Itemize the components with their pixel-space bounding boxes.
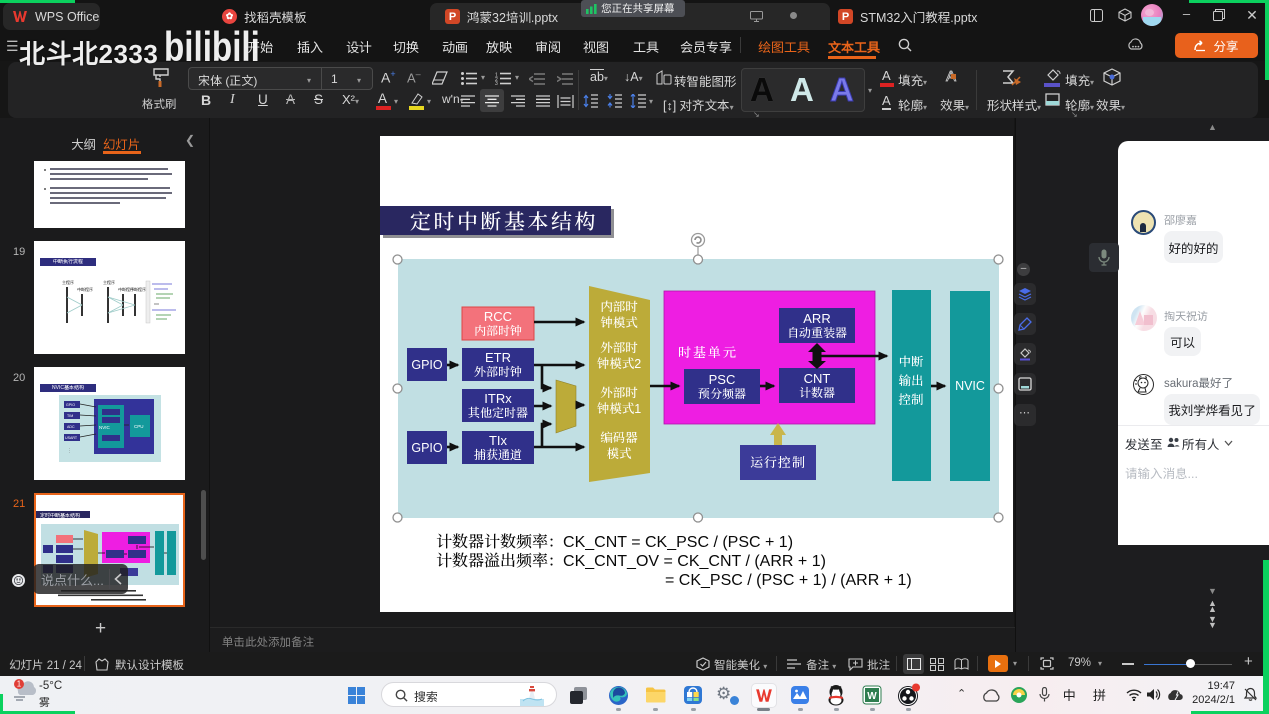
svg-text:TIx: TIx: [489, 433, 508, 448]
svg-text:GPIO: GPIO: [411, 358, 443, 372]
svg-text:主程序: 主程序: [103, 279, 115, 285]
svg-text:内部时: 内部时: [600, 300, 638, 314]
svg-text:⋮: ⋮: [67, 448, 72, 454]
svg-text:计数器计数频率：CK_CNT = CK_PSC / (PSC: 计数器计数频率：CK_CNT = CK_PSC / (PSC + 1): [436, 533, 793, 551]
svg-text:中断程序: 中断程序: [77, 286, 93, 292]
svg-text:外部时: 外部时: [600, 341, 638, 355]
svg-text:NVIC: NVIC: [955, 379, 985, 393]
svg-text:运行控制: 运行控制: [750, 455, 806, 470]
svg-text:= CK_PSC / (PSC + 1) / (ARR +: = CK_PSC / (PSC + 1) / (ARR + 1): [665, 572, 912, 589]
svg-text:中断: 中断: [898, 355, 924, 369]
svg-text:CPU: CPU: [134, 424, 144, 429]
svg-text:定时中断基本结构: 定时中断基本结构: [40, 512, 80, 519]
svg-text:模式: 模式: [606, 447, 632, 461]
svg-text:TIM: TIM: [67, 414, 73, 418]
svg-text:输出: 输出: [897, 374, 923, 388]
svg-text:主程序: 主程序: [62, 279, 74, 285]
svg-text:捕获通道: 捕获通道: [474, 448, 522, 462]
svg-text:NVIC: NVIC: [99, 425, 111, 430]
svg-text:W: W: [867, 691, 877, 702]
svg-text:PSC: PSC: [709, 372, 736, 387]
svg-text:内部时钟: 内部时钟: [474, 324, 522, 338]
svg-text:ARR: ARR: [803, 311, 830, 326]
svg-text:预分频器: 预分频器: [698, 387, 746, 401]
svg-text:钟模式: 钟模式: [599, 316, 638, 330]
svg-text:计数器: 计数器: [799, 386, 835, 400]
svg-text:1: 1: [17, 680, 22, 689]
svg-text:其他定时器: 其他定时器: [468, 406, 528, 420]
svg-text:ETR: ETR: [485, 350, 511, 365]
svg-text:中断程序: 中断程序: [130, 286, 146, 292]
svg-text:钟模式2: 钟模式2: [596, 357, 642, 371]
svg-text:GPIO: GPIO: [411, 441, 443, 455]
svg-text:定时中断基本结构: 定时中断基本结构: [410, 211, 598, 234]
svg-text:外部时: 外部时: [600, 386, 638, 400]
svg-text:计数器溢出频率：CK_CNT_OV = CK_CNT / (: 计数器溢出频率：CK_CNT_OV = CK_CNT / (ARR + 1): [436, 552, 826, 570]
svg-text:钟模式1: 钟模式1: [596, 402, 642, 416]
svg-text:RCC: RCC: [484, 309, 512, 324]
svg-text:编码器: 编码器: [600, 431, 638, 445]
svg-text:3: 3: [495, 81, 498, 85]
svg-text:控制: 控制: [898, 393, 923, 407]
svg-text:时基单元: 时基单元: [678, 345, 738, 360]
svg-text:外部时钟: 外部时钟: [474, 365, 522, 379]
svg-text:ITRx: ITRx: [484, 391, 512, 406]
svg-text:CNT: CNT: [804, 371, 831, 386]
svg-text:USART: USART: [65, 436, 78, 440]
svg-text:自动重装器: 自动重装器: [787, 326, 847, 340]
svg-text:GPIO: GPIO: [66, 403, 75, 407]
svg-text:ADC: ADC: [67, 425, 75, 429]
